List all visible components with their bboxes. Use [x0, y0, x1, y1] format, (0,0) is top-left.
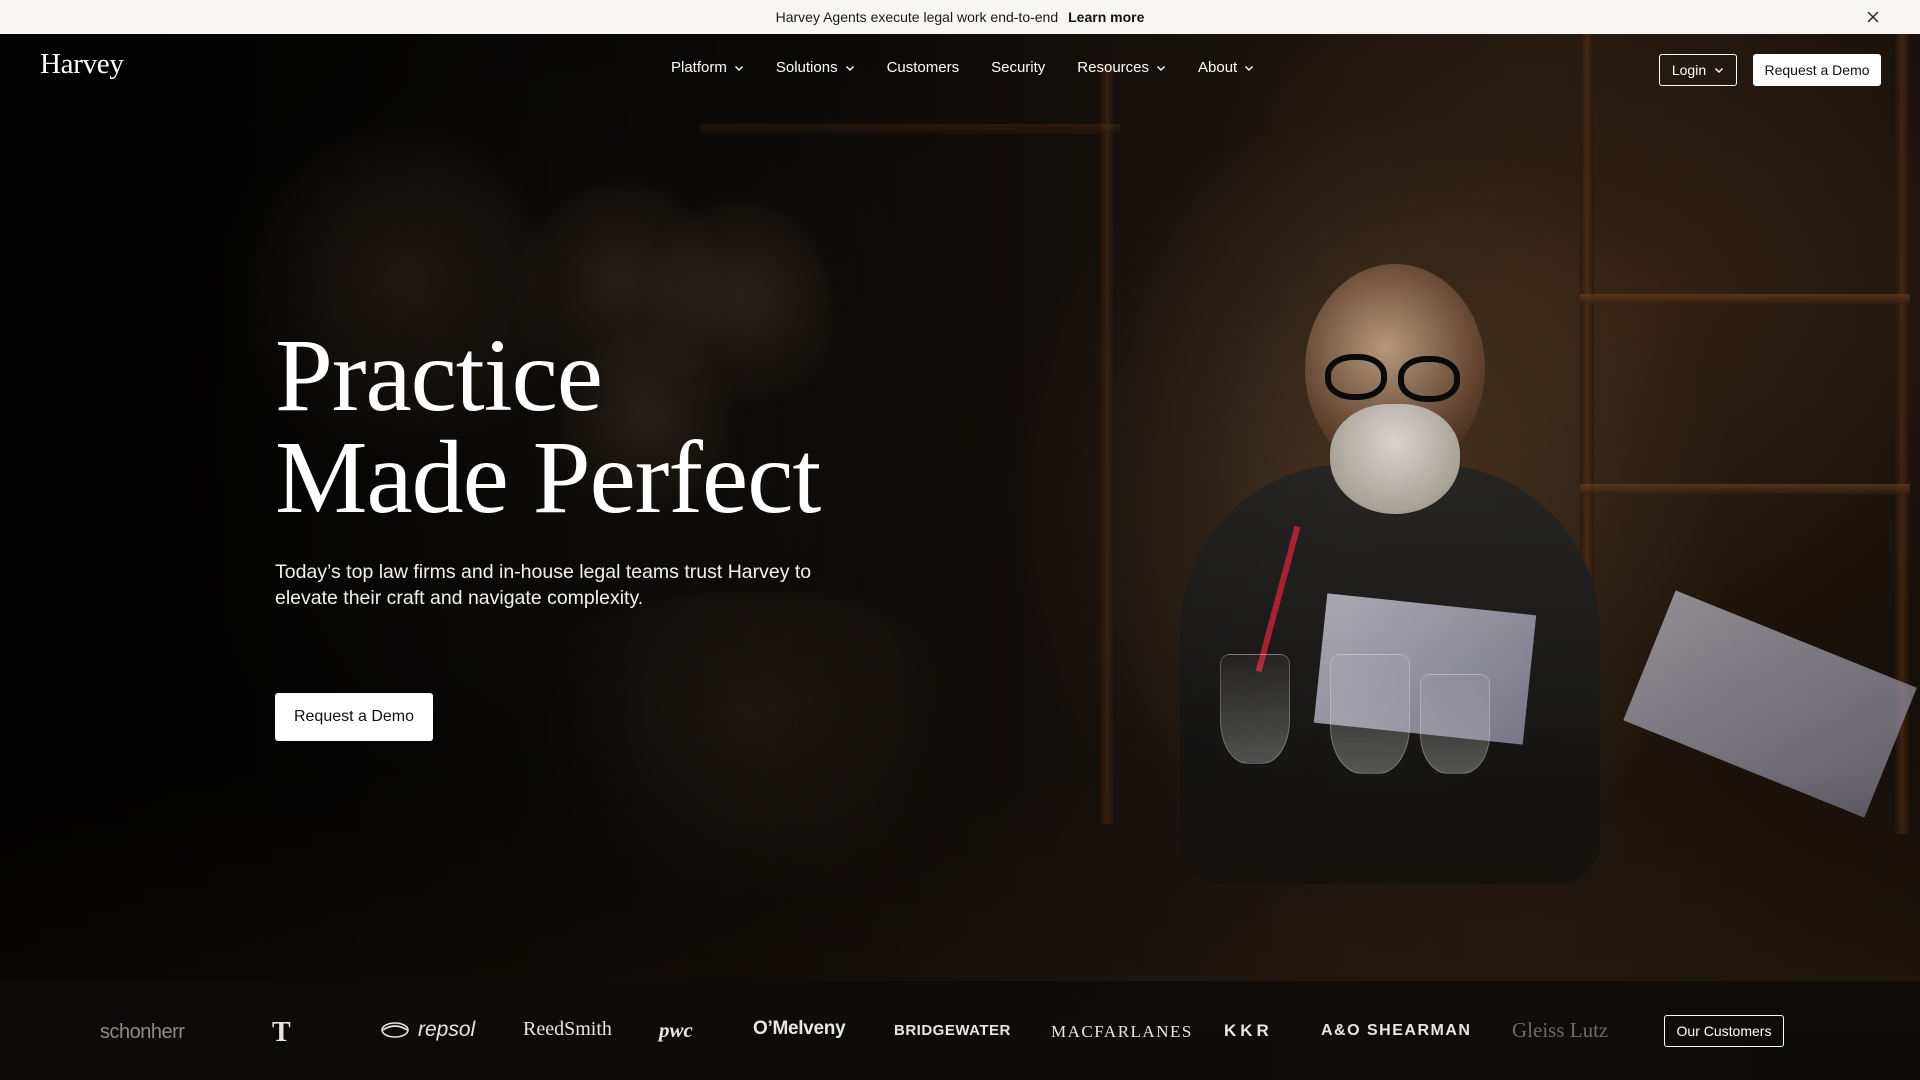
nav-item-security[interactable]: Security — [991, 59, 1045, 76]
learn-more-link[interactable]: Learn more — [1068, 9, 1144, 25]
hero-content: Practice Made Perfect Today’s top law fi… — [275, 318, 855, 611]
logo-pwc: pwc — [659, 1018, 693, 1042]
nav-item-solutions[interactable]: Solutions — [776, 59, 855, 76]
announcement-message: Harvey Agents execute legal work end-to-… — [775, 9, 1059, 25]
top-navigation: Harvey Platform Solutions Customers Secu… — [0, 34, 1920, 102]
logo-repsol-text: repsol — [418, 1018, 476, 1041]
chevron-down-icon — [1714, 65, 1724, 75]
nav-item-platform[interactable]: Platform — [671, 59, 744, 76]
nav-item-label: Platform — [671, 59, 727, 76]
nav-item-customers[interactable]: Customers — [887, 59, 960, 76]
request-demo-nav-button[interactable]: Request a Demo — [1753, 54, 1881, 86]
chevron-down-icon — [845, 63, 855, 73]
login-label: Login — [1671, 62, 1707, 78]
logo-kkr: KKR — [1224, 1021, 1273, 1040]
logo-macfarlanes: MACFARLANES — [1051, 1022, 1193, 1041]
logo-gleiss-lutz: Gleiss Lutz — [1512, 1018, 1609, 1042]
main-menu: Platform Solutions Customers Security Re… — [671, 59, 1286, 76]
harvey-logo[interactable]: Harvey — [40, 48, 124, 81]
login-button[interactable]: Login — [1659, 54, 1737, 86]
nav-item-label: Security — [991, 59, 1046, 76]
chevron-down-icon — [1156, 63, 1166, 73]
nav-item-about[interactable]: About — [1198, 59, 1254, 76]
logo-ao-shearman: A&O SHEARMAN — [1321, 1022, 1472, 1039]
nav-item-label: Solutions — [775, 59, 838, 76]
close-icon[interactable] — [1864, 8, 1882, 26]
customer-logo-strip: schonherr T repsol ReedSmith pwc O’Melve… — [0, 981, 1920, 1080]
logo-omelveny: O’Melveny — [753, 1018, 846, 1039]
announcement-bar: Harvey Agents execute legal work end-to-… — [0, 0, 1920, 34]
nav-item-resources[interactable]: Resources — [1077, 59, 1166, 76]
our-customers-button[interactable]: Our Customers — [1664, 1015, 1784, 1047]
logo-reedsmith: ReedSmith — [523, 1018, 612, 1040]
hero-headline: Practice Made Perfect — [275, 318, 855, 535]
nav-item-label: Customers — [886, 59, 960, 76]
request-demo-button[interactable]: Request a Demo — [275, 693, 433, 741]
logo-telekom: T — [272, 1017, 291, 1048]
headline-line-2: Made Perfect — [275, 420, 821, 535]
repsol-swoosh-icon — [380, 1020, 410, 1040]
logo-repsol: repsol — [380, 1018, 475, 1042]
nav-item-label: About — [1198, 59, 1238, 76]
headline-line-1: Practice — [275, 318, 603, 433]
logo-schonherr: schonherr — [100, 1021, 185, 1043]
logo-bridgewater: BRIDGEWATER — [894, 1022, 1011, 1039]
nav-item-label: Resources — [1077, 59, 1149, 76]
chevron-down-icon — [734, 63, 744, 73]
chevron-down-icon — [1244, 63, 1254, 73]
hero-subhead: Today’s top law firms and in-house legal… — [275, 561, 812, 609]
